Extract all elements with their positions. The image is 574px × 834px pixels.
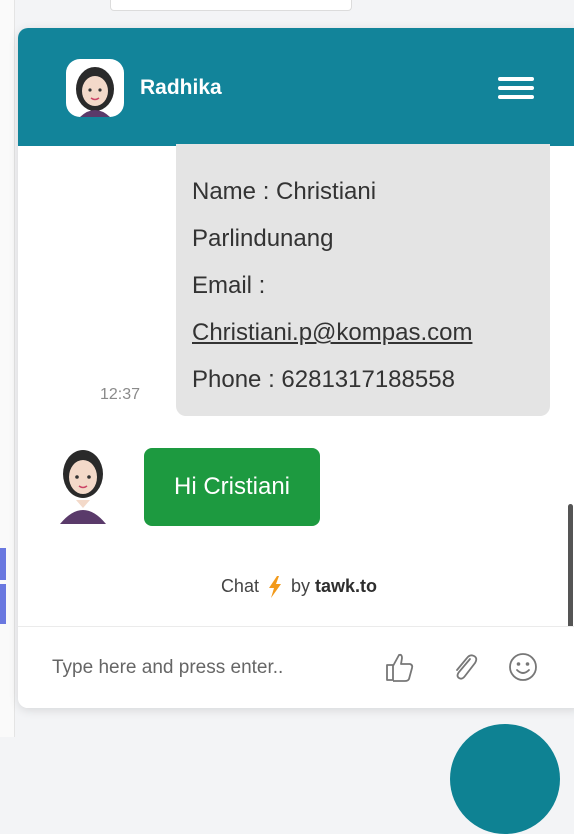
message-list: Name : Christiani Parlindunang Email : C… — [18, 144, 574, 672]
visitor-phone-line: Phone : 6281317188558 — [192, 366, 455, 393]
lightning-bolt-icon — [268, 576, 281, 599]
branding-brand: tawk.to — [315, 576, 378, 596]
agent-message-bubble: Hi Cristiani — [144, 448, 320, 526]
message-timestamp: 12:37 — [100, 386, 141, 403]
background-input-box — [110, 0, 352, 11]
smiley-icon[interactable] — [506, 650, 540, 684]
background-accent — [0, 548, 6, 580]
visitor-name-line: Name : Christiani — [192, 178, 377, 205]
message-input-bar — [18, 626, 574, 708]
paperclip-icon[interactable] — [448, 650, 482, 684]
agent-avatar — [66, 59, 124, 117]
hamburger-menu-icon[interactable] — [498, 77, 534, 99]
agent-message-avatar — [52, 444, 114, 524]
background-page-edge — [0, 0, 15, 737]
visitor-email-label: Email : — [192, 272, 266, 299]
visitor-email-link[interactable]: Christiani.p@kompas.com — [192, 319, 472, 346]
tawk-branding[interactable]: Chat by tawk.to — [18, 576, 574, 599]
agent-name: Radhika — [140, 76, 222, 99]
branding-prefix: Chat — [220, 576, 259, 596]
message-input[interactable] — [50, 645, 354, 691]
chat-launcher-button[interactable] — [450, 724, 560, 834]
chat-header: Radhika — [18, 28, 574, 146]
chat-widget: Radhika Name : Christiani Parlindunang E… — [18, 28, 574, 708]
visitor-name-line-2: Parlindunang — [192, 225, 334, 252]
thumbs-up-icon[interactable] — [382, 650, 416, 684]
visitor-message-bubble: Name : Christiani Parlindunang Email : C… — [176, 144, 550, 416]
background-accent — [0, 584, 6, 624]
branding-by: by — [291, 576, 311, 596]
